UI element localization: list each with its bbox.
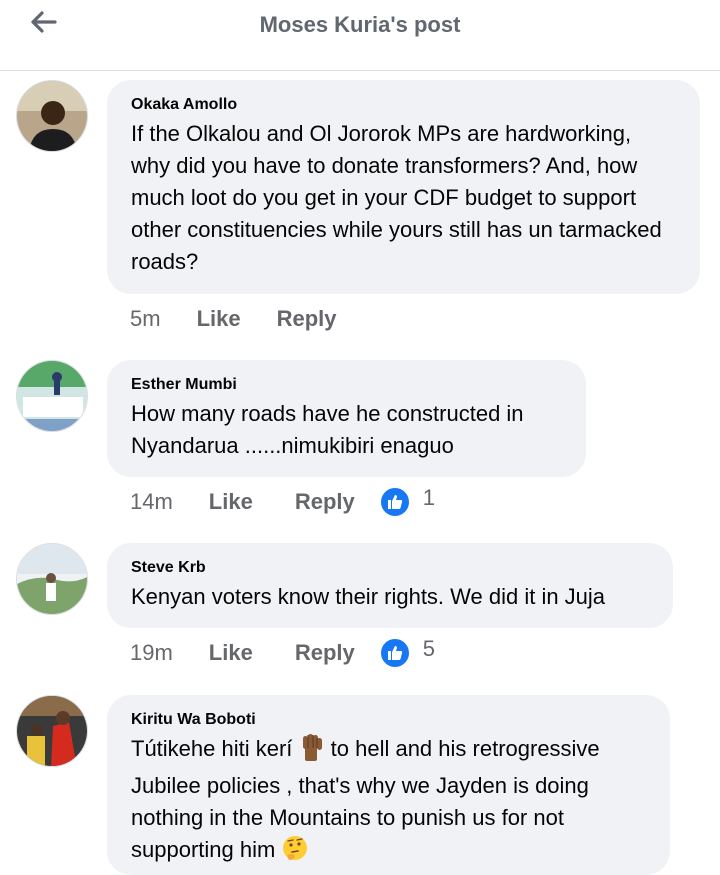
comment-author[interactable]: Okaka Amollo <box>131 96 676 114</box>
comment-time[interactable]: 5m <box>130 306 161 332</box>
reply-button[interactable]: Reply <box>277 306 337 332</box>
comment-time[interactable]: 14m <box>130 489 173 515</box>
comment-bubble: Steve Krb Kenyan voters know their right… <box>107 543 673 628</box>
comment-time[interactable]: 19m <box>130 640 173 666</box>
top-bar: Moses Kuria's post <box>0 0 720 71</box>
comment-bubble: Okaka Amollo If the Olkalou and Ol Joror… <box>107 80 700 294</box>
thumbs-up-icon <box>378 637 411 669</box>
avatar[interactable] <box>16 543 88 615</box>
comment-text: Tútikehe hiti kerí to hell and his retro… <box>131 733 646 871</box>
comment-author[interactable]: Steve Krb <box>131 559 649 577</box>
reaction-count: 1 <box>422 485 435 510</box>
page-title: Moses Kuria's post <box>259 12 461 37</box>
reaction-summary[interactable]: 1 <box>378 485 435 518</box>
comment-text: How many roads have he constructed in Ny… <box>131 401 524 458</box>
reaction-count: 5 <box>422 636 435 661</box>
avatar[interactable] <box>16 695 88 767</box>
comment-actions: 19m Like Reply 5 <box>130 636 435 669</box>
thinking-face-emoji <box>281 834 309 871</box>
reply-button[interactable]: Reply <box>295 489 355 515</box>
comment-bubble: Esther Mumbi How many roads have he cons… <box>107 360 586 477</box>
like-button[interactable]: Like <box>209 489 253 515</box>
comment-text: If the Olkalou and Ol Jororok MPs are ha… <box>131 121 662 274</box>
like-button[interactable]: Like <box>197 306 241 332</box>
reply-button[interactable]: Reply <box>295 640 355 666</box>
comment-actions: 14m Like Reply 1 <box>130 485 435 518</box>
comment-author[interactable]: Kiritu Wa Boboti <box>131 711 646 729</box>
comment-bubble: Kiritu Wa Boboti Tútikehe hiti kerí to h… <box>107 695 670 875</box>
like-button[interactable]: Like <box>209 640 253 666</box>
comment-text-part: Tútikehe hiti kerí <box>131 736 293 761</box>
reaction-summary[interactable]: 5 <box>378 636 435 669</box>
thumbs-up-icon <box>378 486 411 518</box>
raised-fist-emoji <box>299 733 325 770</box>
comment-text: Kenyan voters know their rights. We did … <box>131 584 606 609</box>
avatar[interactable] <box>16 360 88 432</box>
comment-actions: 5m Like Reply <box>130 306 337 332</box>
avatar[interactable] <box>16 80 88 152</box>
comment-author[interactable]: Esther Mumbi <box>131 376 562 394</box>
